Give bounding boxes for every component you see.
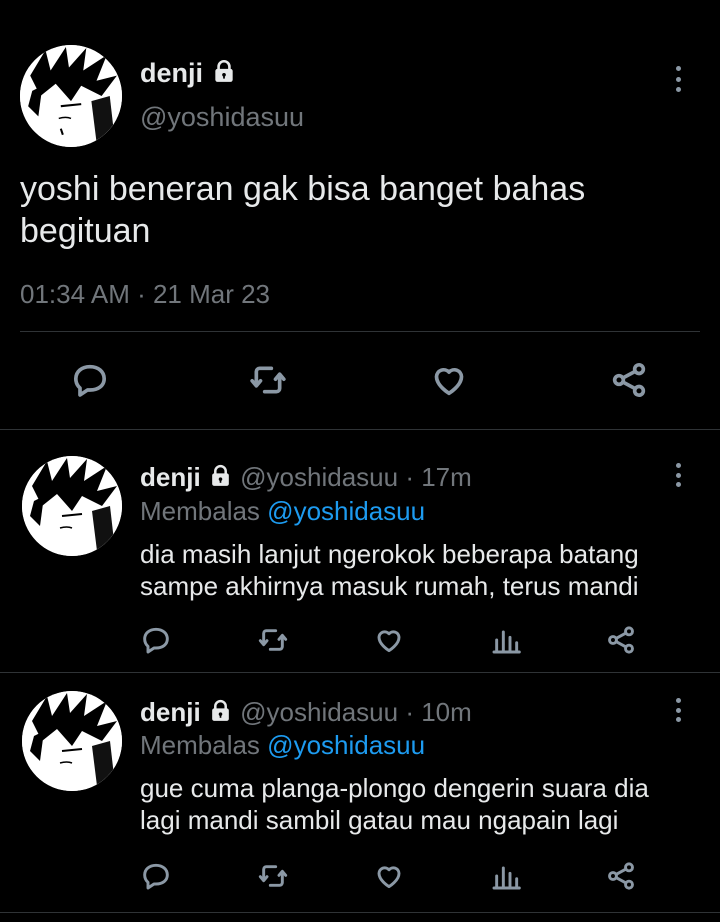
mention-link[interactable]: @yoshidasuu [267,496,425,526]
tweet-actions [0,358,720,402]
timestamp[interactable]: 01:34 AM · 21 Mar 23 [20,279,270,310]
reply-icon[interactable] [70,360,110,400]
lock-icon [208,698,233,730]
handle[interactable]: @yoshidasuu [240,697,398,727]
avatar[interactable] [22,691,122,791]
share-icon[interactable] [605,624,637,656]
avatar[interactable] [20,45,122,147]
like-icon[interactable] [373,860,405,892]
display-name[interactable]: denji [140,58,203,88]
reply-icon[interactable] [140,860,172,892]
replying-prefix: Membalas [140,496,260,526]
reply-text: dia masih lanjut ngerokok beberapa batan… [140,538,639,602]
like-icon[interactable] [429,360,469,400]
reply-tweet[interactable]: denji @yoshidasuu · 17m Membalas @yoshid… [0,430,720,672]
share-icon[interactable] [605,860,637,892]
tweet-text-line: yoshi beneran gak bisa banget bahas [20,170,586,208]
display-name[interactable]: denji [140,697,201,727]
tweet-text-line: begituan [20,212,151,250]
more-options-icon[interactable] [675,463,681,487]
handle[interactable]: @yoshidasuu [140,102,304,133]
reply-time: · 17m [405,462,472,492]
reply-text-line: sampe akhirnya masuk rumah, terus mandi [140,571,639,601]
replying-prefix: Membalas [140,730,260,760]
share-icon[interactable] [609,360,649,400]
handle[interactable]: @yoshidasuu [240,462,398,492]
reply-time: · 10m [405,697,472,727]
more-options-icon[interactable] [675,698,681,722]
reply-text-line: lagi mandi sambil gatau mau ngapain lagi [140,805,619,835]
reply-header: denji @yoshidasuu · 10m [140,697,472,730]
more-options-icon[interactable] [675,66,681,92]
divider [20,331,700,332]
reply-text: gue cuma planga-plongo dengerin suara di… [140,772,649,836]
replying-to: Membalas @yoshidasuu [140,496,425,527]
divider [0,912,720,913]
reply-text-line: gue cuma planga-plongo dengerin suara di… [140,773,649,803]
analytics-icon[interactable] [490,860,522,892]
reply-text-line: dia masih lanjut ngerokok beberapa batan… [140,539,639,569]
replying-to: Membalas @yoshidasuu [140,730,425,761]
analytics-icon[interactable] [490,624,522,656]
author-row: denji [140,58,237,91]
tweet-text: yoshi beneran gak bisa banget bahas begi… [20,168,585,252]
reply-actions [0,624,720,658]
avatar[interactable] [22,456,122,556]
retweet-icon[interactable] [257,860,289,892]
lock-icon [208,463,233,495]
reply-icon[interactable] [140,624,172,656]
mention-link[interactable]: @yoshidasuu [267,730,425,760]
retweet-icon[interactable] [257,624,289,656]
reply-actions [0,860,720,894]
reply-header: denji @yoshidasuu · 17m [140,462,472,495]
lock-icon [211,58,237,91]
like-icon[interactable] [373,624,405,656]
retweet-icon[interactable] [248,360,288,400]
reply-tweet[interactable]: denji @yoshidasuu · 10m Membalas @yoshid… [0,673,720,913]
display-name[interactable]: denji [140,462,201,492]
